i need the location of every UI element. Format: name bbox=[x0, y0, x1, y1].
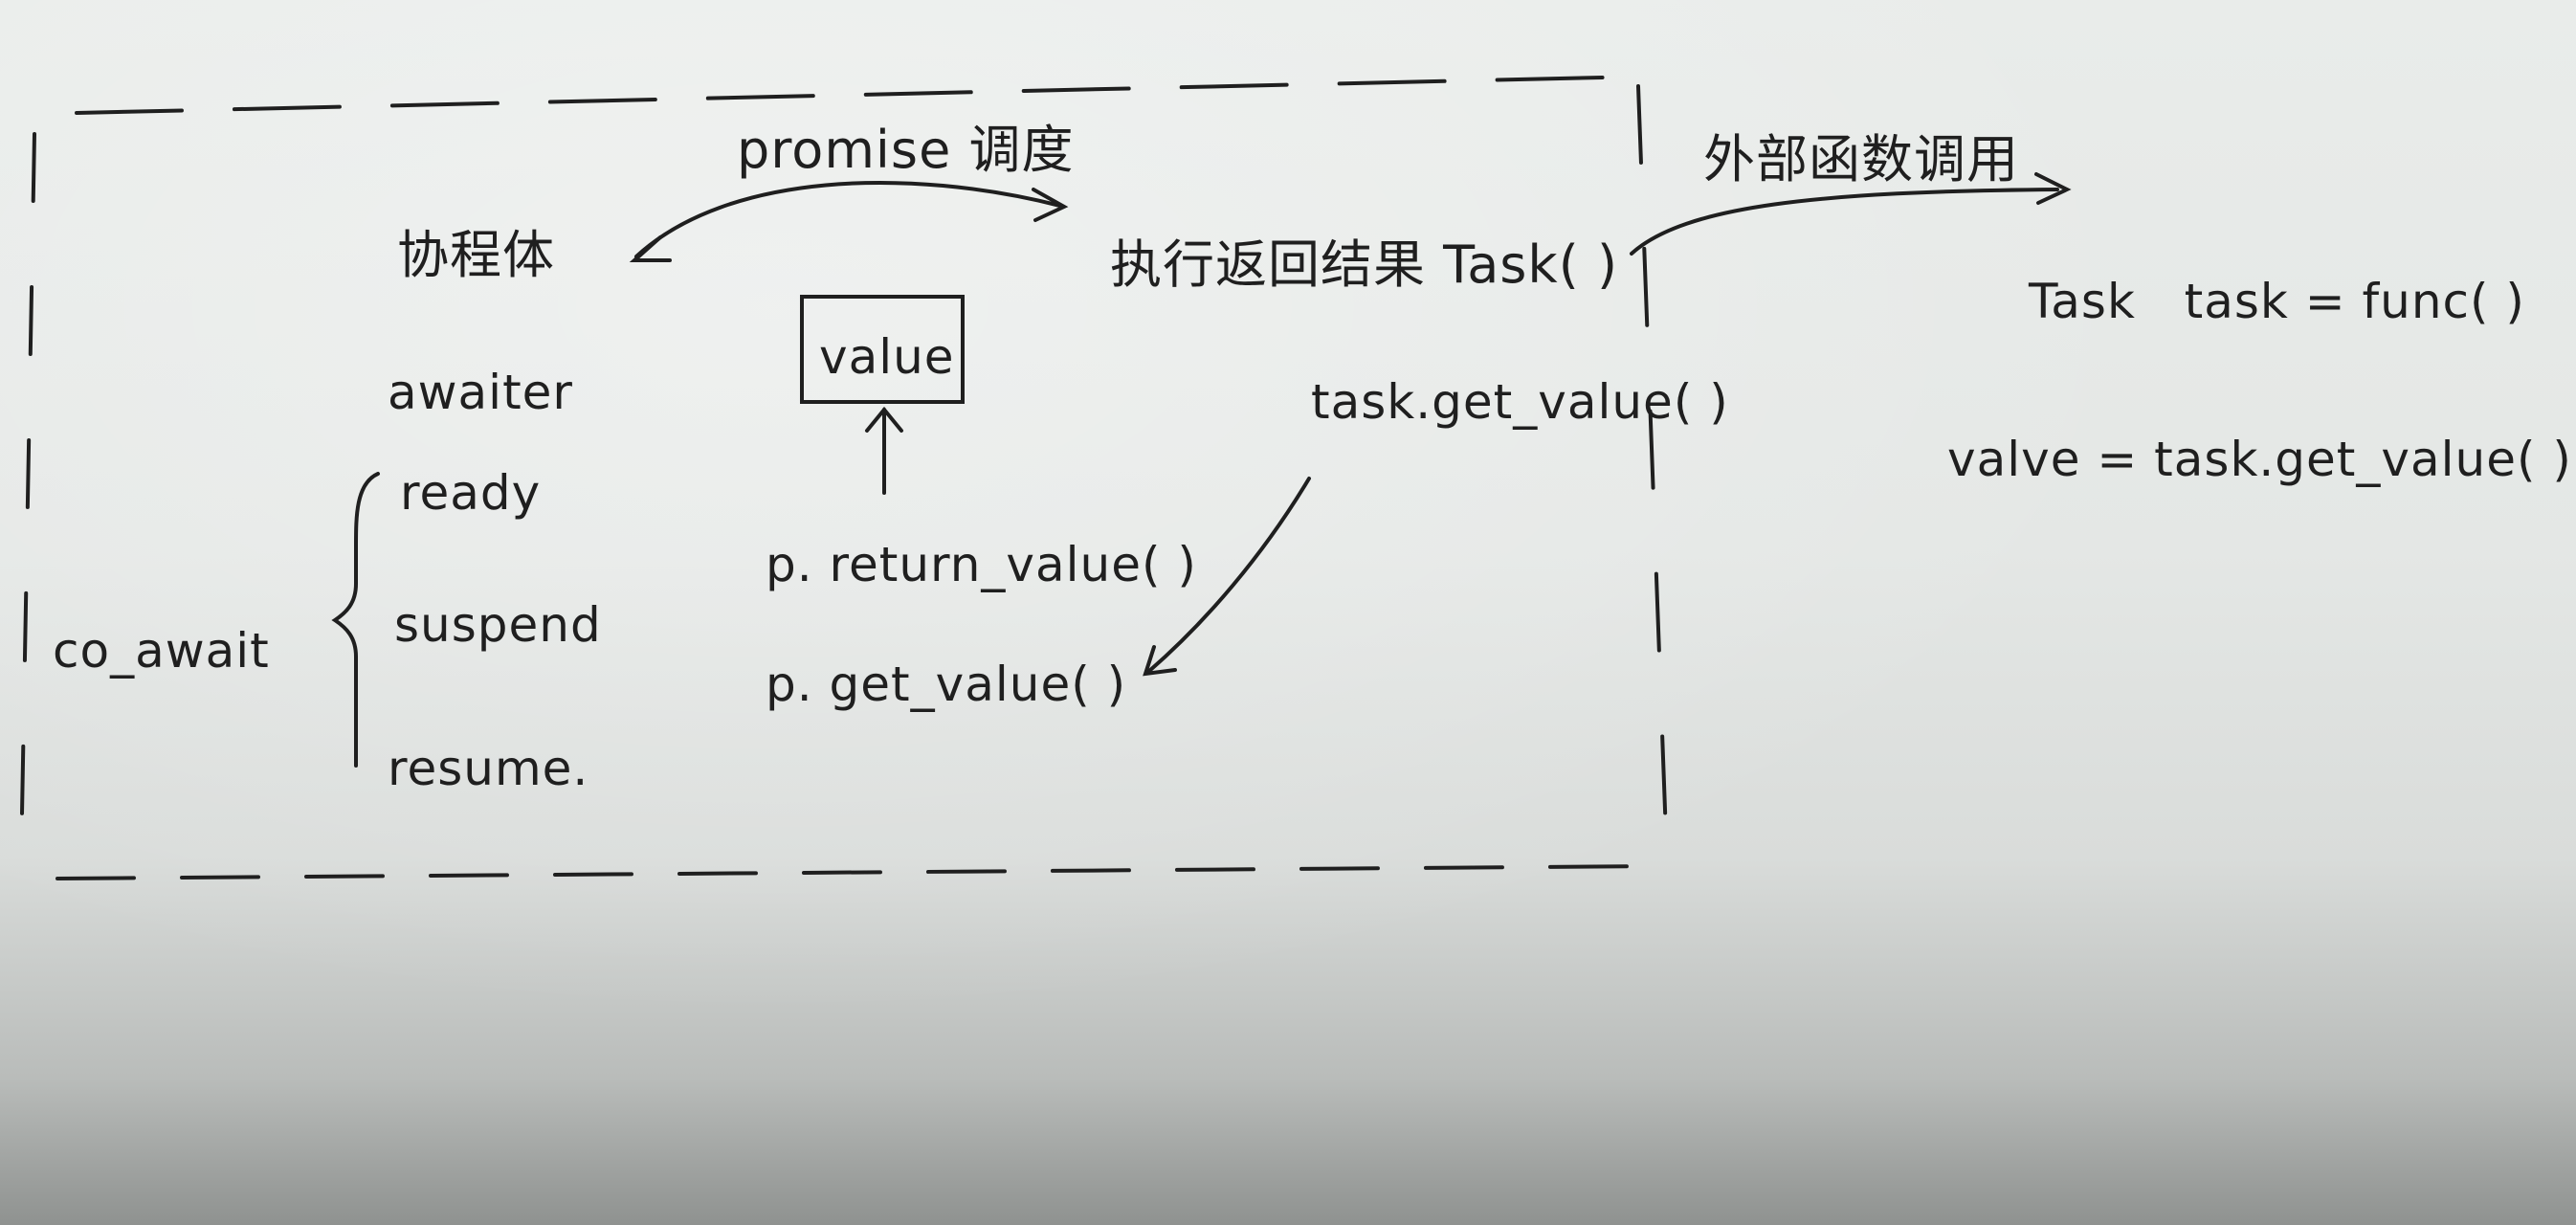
dashed-box-bottom bbox=[56, 864, 1662, 880]
resume-label: resume. bbox=[388, 741, 589, 796]
return-result-task-label: 执行返回结果 Task( ) bbox=[1110, 234, 1619, 295]
ready-label: ready bbox=[400, 465, 542, 521]
curly-brace bbox=[331, 472, 380, 768]
promise-schedule-arrow bbox=[634, 181, 1062, 258]
diagram-canvas bbox=[19, 75, 2072, 880]
value-box-label: value bbox=[819, 329, 955, 385]
value-assignment-label: valve = task.get_value( ) bbox=[1947, 432, 2572, 487]
awaiter-label: awaiter bbox=[388, 365, 573, 420]
task-declaration-label: Task task = func( ) bbox=[2029, 274, 2525, 329]
promise-schedule-label: promise 调度 bbox=[737, 120, 1075, 180]
p-get-value-label: p. get_value( ) bbox=[766, 657, 1127, 712]
coroutine-body-label: 协程体 bbox=[397, 225, 555, 285]
task-get-value-label: task.get_value( ) bbox=[1311, 374, 1729, 430]
external-call-label: 外部函数调用 bbox=[1703, 129, 2019, 189]
dashed-box-right bbox=[1636, 84, 1669, 863]
dashed-box-left bbox=[19, 132, 36, 868]
return-value-label: p. return_value( ) bbox=[766, 537, 1197, 592]
co-await-label: co_await bbox=[53, 623, 270, 679]
external-call-arrow bbox=[1630, 188, 2059, 256]
dashed-box-top bbox=[75, 75, 1643, 115]
suspend-label: suspend bbox=[394, 597, 602, 653]
promise-arrow-head-left bbox=[629, 235, 672, 262]
